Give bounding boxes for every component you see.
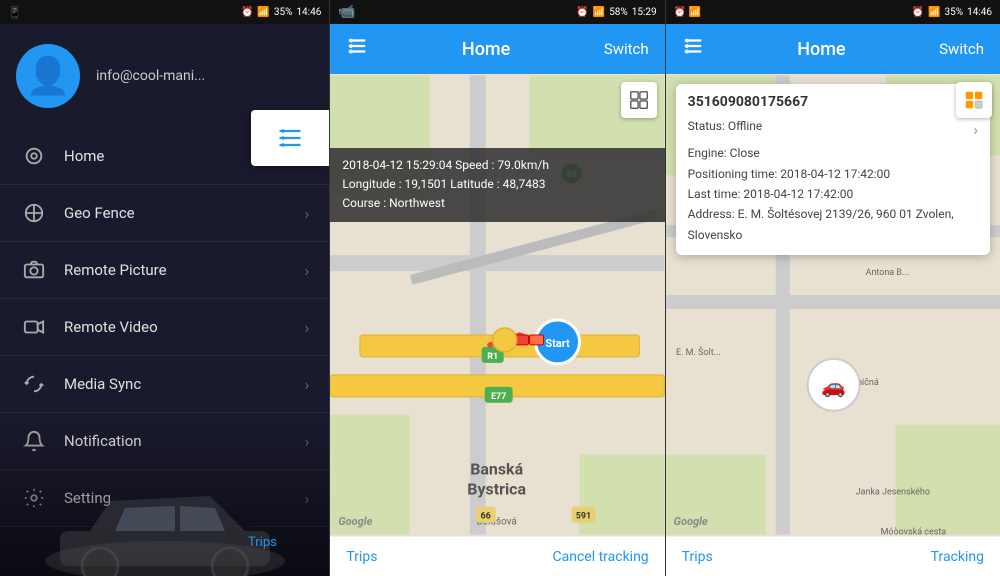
remote-picture-icon bbox=[20, 256, 48, 284]
status-bar-2: 📹 ⏰ 📶 58% 15:29 bbox=[330, 0, 664, 24]
status-bar-3: ⏰ 📶 ⏰ 📶 35% 14:46 bbox=[666, 0, 1000, 24]
avatar: 👤 bbox=[16, 44, 80, 108]
menu-icon-2[interactable] bbox=[346, 35, 368, 63]
home-icon bbox=[20, 142, 48, 170]
footer-tracking-3[interactable]: Tracking bbox=[931, 549, 984, 565]
svg-text:Janka Jesenského: Janka Jesenského bbox=[855, 488, 929, 498]
trips-label: Trips bbox=[248, 535, 277, 550]
sb2-battery: 58% bbox=[609, 7, 628, 18]
status-bar-1: 📱 ⏰ 📶 35% 14:46 bbox=[0, 0, 329, 24]
media-sync-label: Media Sync bbox=[64, 375, 305, 393]
device-id: 351609080175667 bbox=[688, 94, 978, 110]
info-line3: Course : Northwest bbox=[342, 194, 652, 213]
sb3-wifi: 📶 bbox=[928, 7, 940, 18]
remote-video-icon bbox=[20, 313, 48, 341]
sidebar-item-remote-video[interactable]: Remote Video › bbox=[0, 299, 329, 356]
svg-text:66: 66 bbox=[481, 512, 491, 522]
profile-email: info@cool-mani... bbox=[96, 68, 205, 84]
svg-text:R1: R1 bbox=[488, 352, 499, 362]
info-status-row: Status: Offline › bbox=[688, 116, 978, 143]
info-address: Address: E. M. Šoltésovej 2139/26, 960 0… bbox=[688, 204, 978, 245]
svg-text:591: 591 bbox=[576, 512, 591, 522]
svg-text:Start: Start bbox=[546, 337, 571, 350]
google-logo-3: Google bbox=[674, 515, 708, 528]
sb2-time: 15:29 bbox=[632, 7, 657, 18]
sb3-battery: 35% bbox=[945, 7, 964, 18]
sb3-time: 14:46 bbox=[967, 7, 992, 18]
svg-text:Móòovská cesta: Móòovská cesta bbox=[880, 528, 946, 536]
map-area-3: 5 mája nová cesta Antona B... E. M. Šolt… bbox=[666, 74, 1000, 536]
header-switch-3[interactable]: Switch bbox=[939, 40, 984, 58]
svg-text:🚗: 🚗 bbox=[821, 374, 846, 398]
sidebar-item-remote-picture[interactable]: Remote Picture › bbox=[0, 242, 329, 299]
info-status: Status: Offline bbox=[688, 116, 763, 143]
svg-text:Banská: Banská bbox=[471, 460, 524, 479]
geo-fence-label: Geo Fence bbox=[64, 204, 305, 222]
footer-cancel-tracking[interactable]: Cancel tracking bbox=[552, 549, 648, 565]
geo-fence-chevron: › bbox=[305, 204, 310, 223]
footer-trips-2[interactable]: Trips bbox=[346, 549, 377, 565]
sidebar-item-media-sync[interactable]: Media Sync › bbox=[0, 356, 329, 413]
map-svg-2: R1 E77 59 Banská Bystrica Belušová 66 59… bbox=[330, 74, 664, 536]
remote-video-chevron: › bbox=[305, 318, 310, 337]
header-title-2: Home bbox=[462, 39, 510, 60]
sb2-alarm: ⏰ bbox=[576, 7, 588, 18]
sidebar-item-geo-fence[interactable]: Geo Fence › bbox=[0, 185, 329, 242]
layers-button-2[interactable] bbox=[621, 82, 657, 118]
alarm-icon: ⏰ bbox=[241, 7, 253, 18]
avatar-icon: 👤 bbox=[26, 55, 71, 97]
trips-box[interactable] bbox=[251, 110, 329, 166]
info-engine: Engine: Close bbox=[688, 143, 978, 163]
remote-picture-chevron: › bbox=[305, 261, 310, 280]
google-logo-2: Google bbox=[338, 515, 372, 528]
remote-picture-label: Remote Picture bbox=[64, 261, 305, 279]
sb2-wifi: 📶 bbox=[593, 7, 605, 18]
wifi-icon: 📶 bbox=[257, 7, 269, 18]
sb1-icons: ⏰ 📶 35% 14:46 bbox=[241, 7, 321, 18]
map-footer-2: Trips Cancel tracking bbox=[330, 536, 664, 576]
media-sync-chevron: › bbox=[305, 375, 310, 394]
sb3-left: ⏰ 📶 bbox=[674, 7, 701, 18]
sb2-left: 📹 bbox=[338, 4, 355, 20]
media-sync-icon bbox=[20, 370, 48, 398]
map-info-panel: ⏰ 📶 ⏰ 📶 35% 14:46 Home Switch bbox=[666, 0, 1000, 576]
footer-trips-3[interactable]: Trips bbox=[682, 549, 713, 565]
app-header-2: Home Switch bbox=[330, 24, 664, 74]
map-area-2: 2018-04-12 15:29:04 Speed : 79.0km/h Lon… bbox=[330, 74, 664, 536]
geo-fence-icon bbox=[20, 199, 48, 227]
menu-icon-3[interactable] bbox=[682, 35, 704, 63]
svg-text:Antona B...: Antona B... bbox=[865, 268, 909, 278]
sb3-alarm: ⏰ bbox=[912, 7, 924, 18]
layers-icon-3 bbox=[963, 89, 985, 111]
trips-box-icon bbox=[276, 124, 304, 152]
bg-car-area bbox=[0, 416, 329, 576]
info-line2: Longitude : 19,1501 Latitude : 48,7483 bbox=[342, 175, 652, 194]
info-overlay: 2018-04-12 15:29:04 Speed : 79.0km/h Lon… bbox=[330, 148, 664, 222]
battery-level: 35% bbox=[274, 7, 293, 18]
sb2-right: ⏰ 📶 58% 15:29 bbox=[576, 7, 656, 18]
info-chevron[interactable]: › bbox=[973, 116, 978, 143]
trips-link[interactable]: Trips bbox=[248, 531, 277, 550]
svg-text:Bystrica: Bystrica bbox=[468, 480, 527, 499]
info-positioning-time: Positioning time: 2018-04-12 17:42:00 bbox=[688, 164, 978, 184]
layers-button-3[interactable] bbox=[956, 82, 992, 118]
info-line1: 2018-04-12 15:29:04 Speed : 79.0km/h bbox=[342, 156, 652, 175]
layers-icon-2 bbox=[628, 89, 650, 111]
svg-text:E77: E77 bbox=[491, 392, 506, 402]
map-footer-3: Trips Tracking bbox=[666, 536, 1000, 576]
time-display: 14:46 bbox=[296, 7, 321, 18]
info-last-time: Last time: 2018-04-12 17:42:00 bbox=[688, 184, 978, 204]
header-switch-2[interactable]: Switch bbox=[604, 40, 649, 58]
header-title-3: Home bbox=[797, 39, 845, 60]
sb3-right: ⏰ 📶 35% 14:46 bbox=[912, 7, 992, 18]
sidebar-panel: 📱 ⏰ 📶 35% 14:46 👤 info@cool-mani... Home bbox=[0, 0, 329, 576]
sb1-left: 📱 bbox=[8, 6, 22, 19]
map-trip-panel: 📹 ⏰ 📶 58% 15:29 Home Switch 2018-04-12 1… bbox=[330, 0, 664, 576]
info-card: 351609080175667 Status: Offline › Engine… bbox=[676, 84, 990, 255]
remote-video-label: Remote Video bbox=[64, 318, 305, 336]
app-header-3: Home Switch bbox=[666, 24, 1000, 74]
svg-text:E. M. Šolt...: E. M. Šolt... bbox=[676, 346, 721, 358]
car-silhouette bbox=[0, 416, 329, 576]
